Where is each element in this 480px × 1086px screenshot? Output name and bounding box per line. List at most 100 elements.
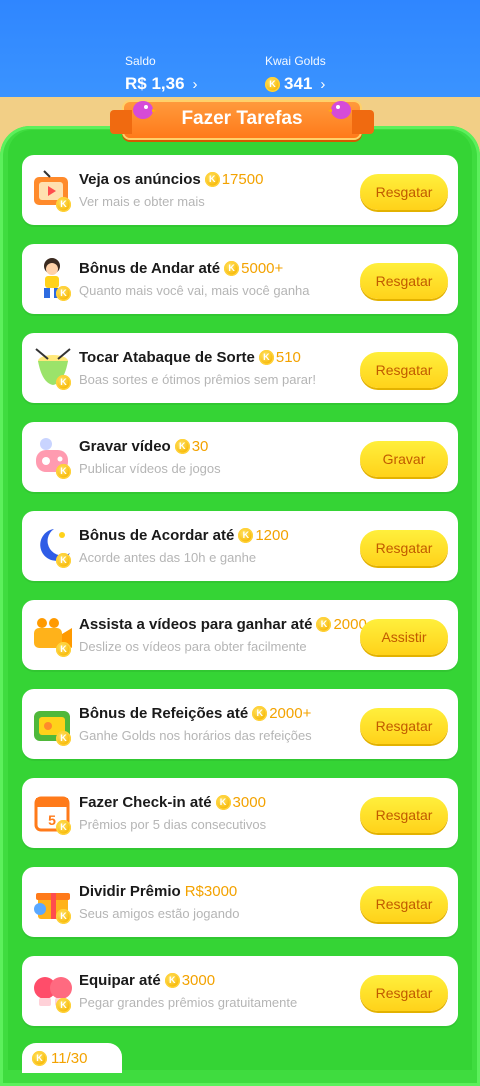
task-card: Veja os anúncios 17500 Ver mais e obter … bbox=[22, 155, 458, 225]
drum-icon bbox=[30, 345, 76, 391]
saldo-block[interactable]: Saldo R$ 1,36 › bbox=[125, 54, 198, 94]
calendar-icon: 5 bbox=[30, 790, 76, 836]
task-action-button[interactable]: Assistir bbox=[360, 619, 448, 655]
task-title-row: Gravar vídeo 30 bbox=[79, 438, 208, 455]
tasks-banner-title: Fazer Tarefas bbox=[181, 108, 303, 129]
gift-icon bbox=[30, 879, 76, 925]
task-title: Equipar até bbox=[79, 972, 161, 989]
coin-icon bbox=[258, 350, 274, 365]
coin-icon bbox=[56, 820, 71, 835]
task-subtitle: Boas sortes e ótimos prêmios sem parar! bbox=[79, 372, 316, 387]
task-card: Tocar Atabaque de Sorte 510 Boas sortes … bbox=[22, 333, 458, 403]
task-subtitle: Deslize os vídeos para obter facilmente bbox=[79, 639, 307, 654]
task-subtitle: Pegar grandes prêmios gratuitamente bbox=[79, 995, 298, 1010]
task-subtitle: Seus amigos estão jogando bbox=[79, 906, 240, 921]
task-title: Gravar vídeo bbox=[79, 438, 171, 455]
camera-icon bbox=[30, 612, 76, 658]
task-reward: 30 bbox=[174, 438, 209, 455]
task-title: Bônus de Refeições até bbox=[79, 705, 249, 722]
task-title-row: Fazer Check-in até 3000 bbox=[79, 794, 266, 811]
task-progress: 11/30 bbox=[22, 1043, 122, 1073]
task-reward-value: 1200 bbox=[255, 527, 289, 544]
coin-icon bbox=[32, 1050, 47, 1066]
task-reward-value: 3000 bbox=[232, 794, 266, 811]
moon-icon bbox=[30, 523, 76, 569]
coin-icon bbox=[265, 76, 280, 92]
task-reward: 510 bbox=[258, 349, 301, 366]
coin-icon bbox=[164, 973, 180, 988]
task-title: Fazer Check-in até bbox=[79, 794, 212, 811]
coin-icon bbox=[174, 439, 190, 454]
task-reward: 2000 bbox=[316, 616, 367, 633]
task-card: Equipar até 3000 Pegar grandes prêmios g… bbox=[22, 956, 458, 1026]
task-action-button[interactable]: Resgatar bbox=[360, 708, 448, 744]
task-card: Gravar vídeo 30 Publicar vídeos de jogos… bbox=[22, 422, 458, 492]
task-card: Dividir Prêmio R$3000 Seus amigos estão … bbox=[22, 867, 458, 937]
task-subtitle: Prêmios por 5 dias consecutivos bbox=[79, 817, 267, 832]
ribbon-tail-left bbox=[110, 110, 132, 134]
task-reward: 2000+ bbox=[252, 705, 311, 722]
coin-icon bbox=[56, 642, 71, 657]
task-subtitle: Quanto mais você vai, mais você ganha bbox=[79, 283, 310, 298]
task-title-row: Tocar Atabaque de Sorte 510 bbox=[79, 349, 301, 366]
bird-icon bbox=[133, 101, 156, 119]
coin-icon bbox=[224, 261, 240, 276]
task-title: Bônus de Andar até bbox=[79, 260, 221, 277]
tv-icon bbox=[30, 167, 76, 213]
task-card: 5 Fazer Check-in até 3000 Prêmios por 5 … bbox=[22, 778, 458, 848]
task-reward: R$3000 bbox=[185, 883, 238, 900]
task-action-button[interactable]: Resgatar bbox=[360, 263, 448, 299]
gamepad-icon bbox=[30, 434, 76, 480]
bird-icon bbox=[328, 101, 351, 119]
task-subtitle: Ver mais e obter mais bbox=[79, 194, 205, 209]
task-card: Bônus de Refeições até 2000+ Ganhe Golds… bbox=[22, 689, 458, 759]
task-reward-value: 30 bbox=[191, 438, 209, 455]
coin-icon bbox=[56, 909, 71, 924]
task-action-button[interactable]: Resgatar bbox=[360, 886, 448, 922]
task-card: Bônus de Andar até 5000+ Quanto mais voc… bbox=[22, 244, 458, 314]
task-card: Assista a vídeos para ganhar até 2000 De… bbox=[22, 600, 458, 670]
task-action-button[interactable]: Resgatar bbox=[360, 174, 448, 210]
task-subtitle: Ganhe Golds nos horários das refeições bbox=[79, 728, 312, 743]
coin-icon bbox=[56, 731, 71, 746]
coin-icon bbox=[252, 706, 268, 721]
coin-icon bbox=[56, 464, 71, 479]
walking-boy-icon bbox=[30, 256, 76, 302]
task-action-button[interactable]: Resgatar bbox=[360, 797, 448, 833]
saldo-value: R$ 1,36 bbox=[125, 74, 185, 93]
task-title-row: Assista a vídeos para ganhar até 2000 bbox=[79, 616, 367, 633]
task-title-row: Bônus de Acordar até 1200 bbox=[79, 527, 289, 544]
task-reward-value: 2000+ bbox=[269, 705, 312, 722]
chevron-right-icon: › bbox=[320, 75, 326, 93]
task-title-row: Dividir Prêmio R$3000 bbox=[79, 883, 237, 900]
coin-icon bbox=[56, 553, 71, 568]
boxing-gloves-icon bbox=[30, 968, 76, 1014]
task-title: Assista a vídeos para ganhar até bbox=[79, 616, 313, 633]
task-action-button[interactable]: Resgatar bbox=[360, 352, 448, 388]
task-reward: 1200 bbox=[238, 527, 289, 544]
coin-icon bbox=[56, 375, 71, 390]
task-title-row: Bônus de Andar até 5000+ bbox=[79, 260, 283, 277]
task-title-row: Equipar até 3000 bbox=[79, 972, 215, 989]
coin-icon bbox=[56, 286, 71, 301]
task-title: Tocar Atabaque de Sorte bbox=[79, 349, 255, 366]
golds-label: Kwai Golds bbox=[265, 54, 326, 68]
task-subtitle: Acorde antes das 10h e ganhe bbox=[79, 550, 257, 565]
task-action-button[interactable]: Resgatar bbox=[360, 975, 448, 1011]
svg-text:5: 5 bbox=[48, 812, 56, 828]
coin-icon bbox=[316, 617, 332, 632]
task-reward-value: R$3000 bbox=[184, 883, 238, 900]
task-action-button[interactable]: Resgatar bbox=[360, 530, 448, 566]
golds-value: 341 bbox=[284, 74, 313, 93]
task-title: Bônus de Acordar até bbox=[79, 527, 235, 544]
task-action-button[interactable]: Gravar bbox=[360, 441, 448, 477]
task-reward-value: 17500 bbox=[221, 171, 264, 188]
coin-icon bbox=[215, 795, 231, 810]
task-reward: 3000 bbox=[215, 794, 266, 811]
header-bar bbox=[0, 0, 480, 110]
golds-block[interactable]: Kwai Golds 341 › bbox=[265, 54, 326, 94]
task-progress-value: 11/30 bbox=[51, 1049, 88, 1067]
lunchbox-icon bbox=[30, 701, 76, 747]
task-title-row: Bônus de Refeições até 2000+ bbox=[79, 705, 311, 722]
task-title: Dividir Prêmio bbox=[79, 883, 181, 900]
